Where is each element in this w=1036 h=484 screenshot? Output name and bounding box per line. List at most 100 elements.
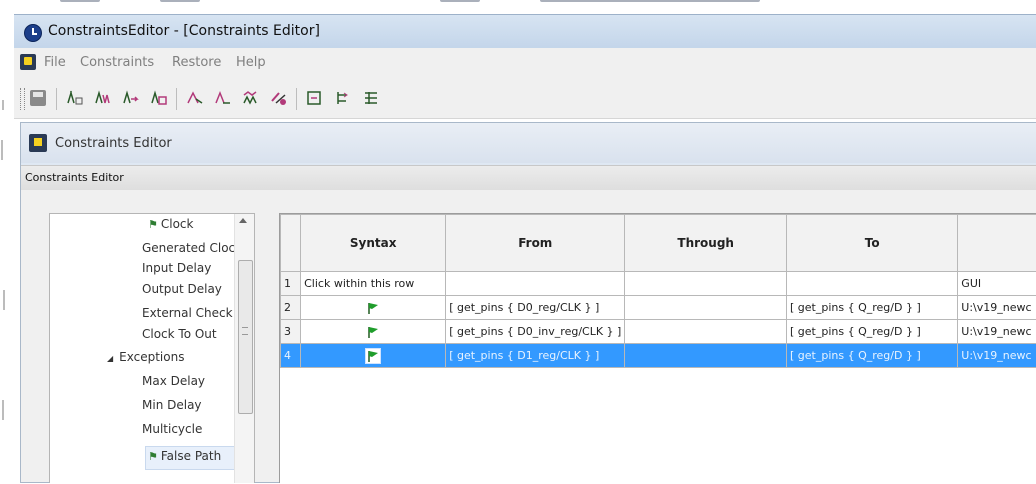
- toolbar-grip[interactable]: [20, 88, 25, 110]
- editor-icon: [29, 134, 47, 152]
- row-number: 1: [281, 272, 301, 296]
- from-cell[interactable]: [ get_pins { D0_reg/CLK } ]: [446, 296, 625, 320]
- to-cell[interactable]: [ get_pins { Q_reg/D } ]: [787, 296, 958, 320]
- toolbar-separator: [296, 88, 297, 110]
- max-delay-icon[interactable]: [242, 89, 260, 107]
- clock-to-out-icon[interactable]: [214, 89, 232, 107]
- child-window-title: Constraints Editor: [55, 136, 172, 151]
- clock-icon[interactable]: [66, 89, 84, 107]
- to-cell[interactable]: [ get_pins { Q_reg/D } ]: [787, 344, 958, 368]
- generated-clock-icon[interactable]: [94, 89, 112, 107]
- constraints-grid: Syntax From Through To 1 Click within th…: [279, 213, 1036, 483]
- green-flag-icon: [365, 348, 381, 364]
- syntax-cell[interactable]: [301, 344, 446, 368]
- tree-item-input-delay[interactable]: Input Delay: [142, 261, 211, 275]
- save-icon[interactable]: [30, 90, 46, 106]
- constraints-editor-window: Constraints Editor Constraints Editor ⚑C…: [20, 122, 1036, 483]
- syntax-cell[interactable]: [301, 296, 446, 320]
- tree-icon[interactable]: [334, 89, 352, 107]
- to-cell[interactable]: [787, 272, 958, 296]
- strip-mark: [440, 0, 480, 2]
- multicycle-icon[interactable]: [306, 89, 324, 107]
- row-number: 2: [281, 296, 301, 320]
- green-flag-icon: [366, 325, 380, 339]
- from-cell[interactable]: [ get_pins { D1_reg/CLK } ]: [446, 344, 625, 368]
- row-number: 3: [281, 320, 301, 344]
- false-path-icon[interactable]: [270, 89, 288, 107]
- column-header-extra[interactable]: [958, 215, 1036, 272]
- menu-constraints[interactable]: Constraints: [80, 55, 154, 70]
- from-cell[interactable]: [446, 272, 625, 296]
- tree-item-clock[interactable]: ⚑Clock: [148, 217, 193, 231]
- from-cell[interactable]: [ get_pins { D0_inv_reg/CLK } ]: [446, 320, 625, 344]
- tree-item-output-delay[interactable]: Output Delay: [142, 282, 222, 296]
- strip-mark: [540, 0, 760, 2]
- table-row[interactable]: 2 [ get_pins { D0_reg/CLK } ] [ get_pins…: [281, 296, 1036, 320]
- tree-scrollbar[interactable]: [234, 214, 255, 483]
- tree-item-generated-clock[interactable]: Generated Clock: [142, 241, 242, 255]
- flag-icon: ⚑: [148, 450, 158, 463]
- tree-item-multicycle[interactable]: Multicycle: [142, 422, 202, 436]
- tree-item-exceptions[interactable]: ◢ Exceptions: [107, 350, 184, 364]
- tree-item-label: False Path: [161, 449, 221, 463]
- app-clock-icon: [24, 24, 42, 42]
- menu-bar: File Constraints Restore Help: [14, 48, 1036, 78]
- window-title-bar: ConstraintsEditor - [Constraints Editor]: [14, 14, 1036, 49]
- tree-item-clock-to-out[interactable]: Clock To Out: [142, 327, 217, 341]
- constraints-table: Syntax From Through To 1 Click within th…: [280, 214, 1036, 368]
- tree-item-min-delay[interactable]: Min Delay: [142, 398, 202, 412]
- background-window-strip: [0, 0, 1036, 14]
- thumb-grip: [242, 327, 248, 335]
- green-flag-icon: [366, 301, 380, 315]
- table-row[interactable]: 1 Click within this row GUI: [281, 272, 1036, 296]
- editor-content: ⚑Clock Generated Clock Input Delay Outpu…: [21, 190, 1036, 482]
- through-cell[interactable]: [625, 272, 787, 296]
- expanded-arrow-icon[interactable]: ◢: [107, 354, 113, 363]
- toolbar-separator: [176, 88, 177, 110]
- column-header-from[interactable]: From: [446, 215, 625, 272]
- window-title: ConstraintsEditor - [Constraints Editor]: [48, 23, 320, 39]
- table-row-selected[interactable]: 4 [ get_pins { D1_reg/CLK } ] [ get_pins…: [281, 344, 1036, 368]
- header-row: Syntax From Through To: [281, 215, 1036, 272]
- row-number: 4: [281, 344, 301, 368]
- syntax-cell[interactable]: Click within this row: [301, 272, 446, 296]
- external-check-icon[interactable]: [186, 89, 204, 107]
- scrollbar-thumb[interactable]: [238, 260, 253, 414]
- extra-cell[interactable]: U:\v19_newc: [958, 320, 1036, 344]
- through-cell[interactable]: [625, 296, 787, 320]
- table-row[interactable]: 3 [ get_pins { D0_inv_reg/CLK } ] [ get_…: [281, 320, 1036, 344]
- syntax-cell[interactable]: [301, 320, 446, 344]
- column-header-through[interactable]: Through: [625, 215, 787, 272]
- through-cell[interactable]: [625, 344, 787, 368]
- strip-mark: [160, 0, 200, 2]
- desktop-edge: [0, 100, 10, 481]
- to-cell[interactable]: [ get_pins { Q_reg/D } ]: [787, 320, 958, 344]
- scroll-up-arrow-icon[interactable]: [239, 218, 247, 223]
- column-header-to[interactable]: To: [787, 215, 958, 272]
- input-delay-icon[interactable]: [122, 89, 140, 107]
- toolbar-separator: [56, 88, 57, 110]
- menu-restore[interactable]: Restore: [172, 55, 221, 70]
- grid-icon[interactable]: [362, 89, 380, 107]
- toolbar: [14, 78, 1036, 119]
- output-delay-icon[interactable]: [150, 89, 168, 107]
- tree-item-false-path[interactable]: ⚑False Path: [148, 449, 221, 463]
- flag-icon: ⚑: [148, 218, 158, 231]
- tree-item-external-check[interactable]: External Check: [142, 306, 233, 320]
- extra-cell[interactable]: U:\v19_newc: [958, 296, 1036, 320]
- menu-help[interactable]: Help: [236, 55, 266, 70]
- child-title-bar: Constraints Editor: [21, 123, 1036, 163]
- tree-item-label: Exceptions: [119, 350, 184, 364]
- system-menu-icon[interactable]: [20, 54, 36, 70]
- tree-item-max-delay[interactable]: Max Delay: [142, 374, 205, 388]
- extra-cell[interactable]: GUI: [958, 272, 1036, 296]
- column-header-syntax[interactable]: Syntax: [301, 215, 446, 272]
- menu-file[interactable]: File: [44, 55, 66, 70]
- extra-cell[interactable]: U:\v19_newc: [958, 344, 1036, 368]
- row-number-header: [281, 215, 301, 272]
- editor-tab-strip: Constraints Editor: [21, 165, 1036, 191]
- constraint-tree: ⚑Clock Generated Clock Input Delay Outpu…: [49, 213, 255, 483]
- strip-mark: [60, 0, 100, 2]
- editor-tab-label[interactable]: Constraints Editor: [25, 171, 124, 184]
- through-cell[interactable]: [625, 320, 787, 344]
